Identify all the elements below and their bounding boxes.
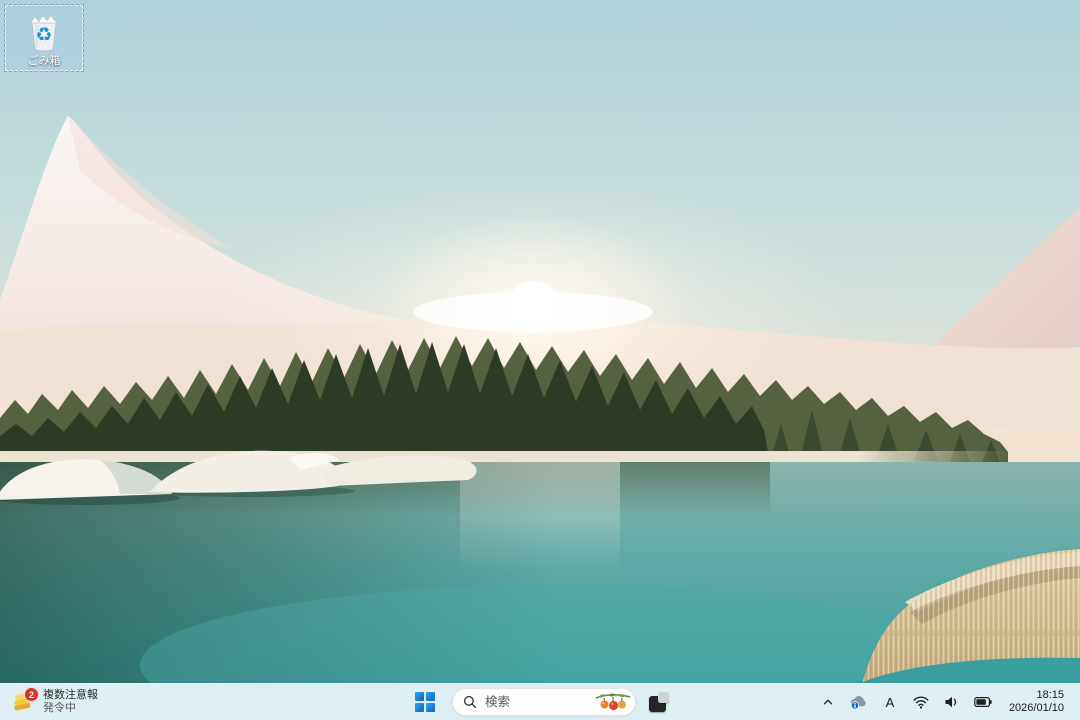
battery-icon bbox=[974, 696, 992, 708]
widget-alert-title: 複数注意報 bbox=[43, 689, 98, 702]
ime-mode-button[interactable]: A bbox=[875, 687, 905, 717]
taskbar-search-box[interactable] bbox=[452, 688, 636, 716]
widget-alert-status: 発令中 bbox=[43, 702, 98, 715]
alert-count-badge: 2 bbox=[24, 687, 39, 702]
volume-icon bbox=[944, 695, 959, 709]
ime-mode-indicator: A bbox=[886, 695, 895, 710]
search-icon bbox=[463, 695, 477, 709]
wifi-icon bbox=[913, 695, 929, 709]
wifi-tray-button[interactable] bbox=[906, 687, 936, 717]
taskbar-center bbox=[406, 684, 674, 720]
desktop: ♻ ごみ箱 2 複数注意報 発令中 bbox=[0, 0, 1080, 720]
volume-tray-button[interactable] bbox=[937, 687, 967, 717]
recycle-bin-desktop-icon[interactable]: ♻ ごみ箱 bbox=[5, 5, 83, 71]
start-button[interactable] bbox=[406, 687, 444, 717]
widget-text: 複数注意報 発令中 bbox=[43, 689, 98, 715]
system-tray: A bbox=[813, 684, 1080, 720]
search-input[interactable] bbox=[483, 694, 589, 710]
tray-overflow-button[interactable] bbox=[813, 687, 843, 717]
search-highlight-seasonal-icon bbox=[595, 692, 631, 712]
svg-text:♻: ♻ bbox=[35, 25, 52, 46]
cloud-sync-icon bbox=[849, 694, 868, 710]
windows-logo-icon bbox=[415, 692, 435, 712]
taskbar: 2 複数注意報 発令中 bbox=[0, 683, 1080, 720]
pinned-app-icon bbox=[649, 692, 669, 712]
desktop-wallpaper bbox=[0, 0, 1080, 684]
weather-alert-icon: 2 bbox=[10, 689, 36, 715]
clock[interactable]: 18:15 2026/01/10 bbox=[1005, 687, 1068, 717]
pinned-app-button[interactable] bbox=[644, 687, 674, 717]
recycle-bin-icon: ♻ bbox=[22, 9, 66, 53]
widgets-button[interactable]: 2 複数注意報 発令中 bbox=[0, 684, 108, 720]
clock-time: 18:15 bbox=[1036, 689, 1064, 702]
cloud-sync-tray-button[interactable] bbox=[844, 687, 874, 717]
battery-tray-button[interactable] bbox=[968, 687, 998, 717]
chevron-up-icon bbox=[821, 695, 835, 709]
clock-date: 2026/01/10 bbox=[1009, 702, 1064, 715]
recycle-bin-label: ごみ箱 bbox=[28, 55, 61, 68]
